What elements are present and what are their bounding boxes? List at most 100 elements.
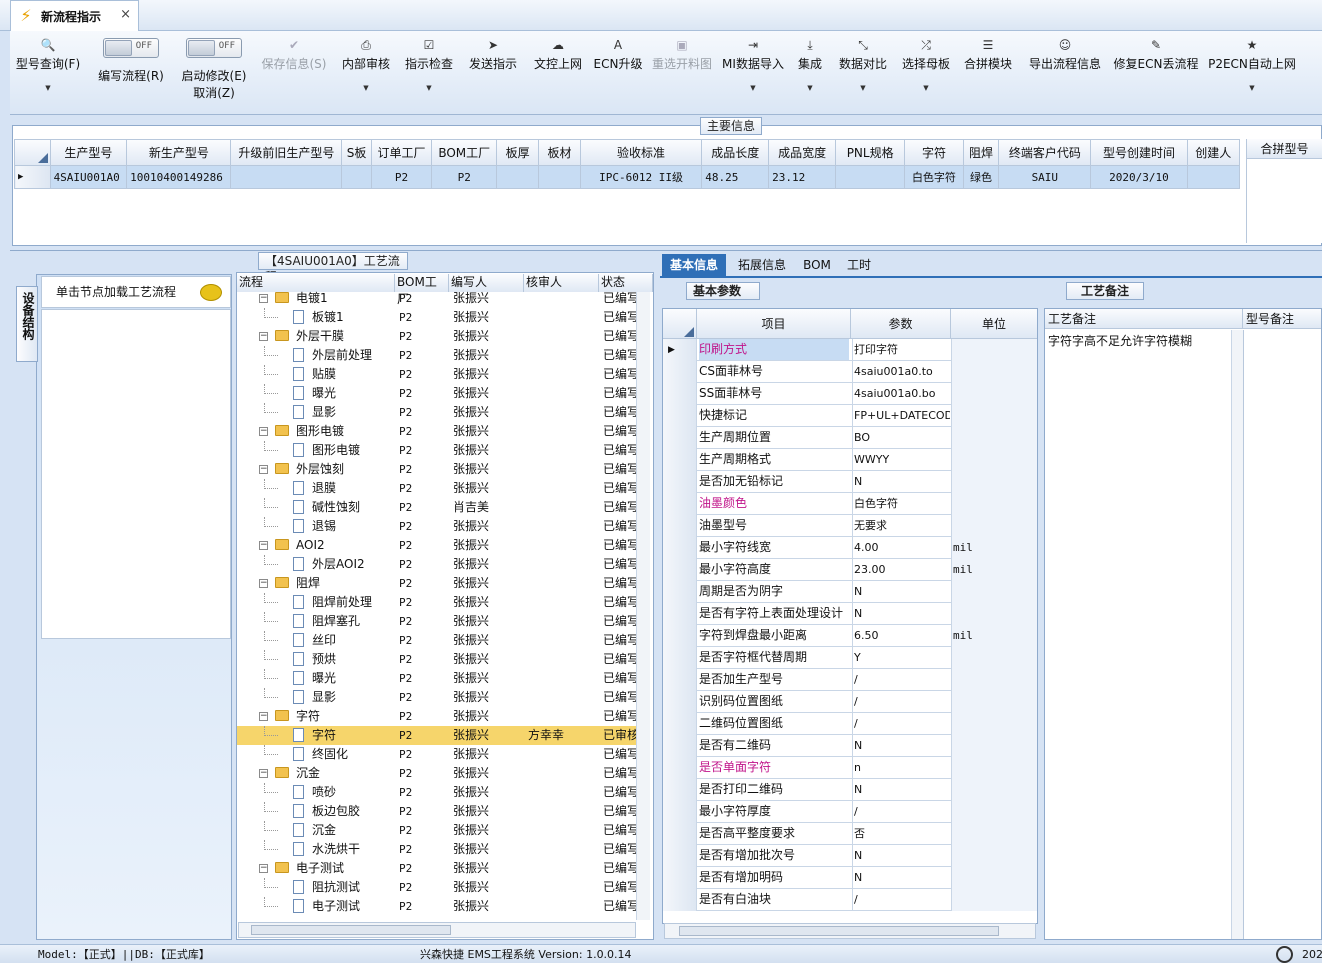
param-value[interactable]: 4saiu001a0.bo [852, 383, 950, 404]
param-row[interactable]: 最小字符线宽 4.00 mil [663, 537, 1037, 559]
device-list[interactable] [41, 309, 231, 639]
param-row[interactable]: 是否加生产型号 / [663, 669, 1037, 691]
tree-row[interactable]: − 阻焊 P2 张振兴 已编写 [237, 574, 647, 593]
main-col-header[interactable]: 成品宽度 [768, 139, 837, 166]
tree-row[interactable]: 字符 P2 张振兴 方幸幸 已审核 [237, 726, 647, 745]
tree-row[interactable]: 阻焊前处理 P2 张振兴 已编写 [237, 593, 647, 612]
tree-row[interactable]: 外层AOI2 P2 张振兴 已编写 [237, 555, 647, 574]
param-value[interactable]: N [852, 735, 950, 756]
param-value[interactable]: / [852, 691, 950, 712]
toolbar-button-4[interactable]: ⎙ 内部审核 ▼ [335, 31, 397, 115]
toolbar-button-0[interactable]: 🔍 型号查询(F) ▼ [10, 31, 86, 115]
main-cell[interactable] [1186, 165, 1241, 189]
param-value[interactable]: 4saiu001a0.to [852, 361, 950, 382]
collapse-icon[interactable]: − [259, 579, 268, 588]
tree-row[interactable]: 碱性蚀刻 P2 肖吉美 已编写 [237, 498, 647, 517]
tree-row[interactable]: 外层前处理 P2 张振兴 已编写 [237, 346, 647, 365]
tree-row[interactable]: 丝印 P2 张振兴 已编写 [237, 631, 647, 650]
main-cell[interactable]: P2 [431, 165, 498, 189]
param-value[interactable]: 23.00 [852, 559, 950, 580]
main-col-header[interactable]: PNL规格 [835, 139, 906, 166]
tree-row[interactable]: 水洗烘干 P2 张振兴 已编写 [237, 840, 647, 859]
param-value[interactable]: N [852, 779, 950, 800]
tree-row[interactable]: 预烘 P2 张振兴 已编写 [237, 650, 647, 669]
param-value[interactable]: N [852, 471, 950, 492]
main-cell[interactable]: 4SAIU001A0 [49, 165, 128, 189]
toolbar-button-16[interactable]: ✎ 修复ECN丢流程 [1110, 31, 1202, 115]
main-col-header[interactable]: 升级前旧生产型号 [230, 139, 343, 166]
main-cell[interactable] [496, 165, 540, 189]
chevron-down-icon[interactable]: ▼ [335, 84, 397, 92]
collapse-icon[interactable]: − [259, 769, 268, 778]
param-value[interactable]: n [852, 757, 950, 778]
param-value[interactable]: 无要求 [852, 515, 950, 536]
tree-row[interactable]: − 字符 P2 张振兴 已编写 [237, 707, 647, 726]
tree-row[interactable]: 显影 P2 张振兴 已编写 [237, 403, 647, 422]
main-col-header[interactable]: 阻焊 [962, 139, 1000, 166]
chevron-down-icon[interactable]: ▼ [896, 84, 956, 92]
tree-row[interactable]: 曝光 P2 张振兴 已编写 [237, 384, 647, 403]
param-row[interactable]: 是否有增加明码 N [663, 867, 1037, 889]
main-col-header[interactable]: 新生产型号 [126, 139, 232, 166]
tree-row[interactable]: 退膜 P2 张振兴 已编写 [237, 479, 647, 498]
toolbar-button-11[interactable]: ⤓ 集成 ▼ [790, 31, 830, 115]
toolbar-button-12[interactable]: ⤡ 数据对比 ▼ [832, 31, 894, 115]
param-value[interactable]: 打印字符 [852, 339, 950, 360]
main-col-header[interactable]: 字符 [904, 139, 964, 166]
param-row[interactable]: 生产周期格式 WWYY [663, 449, 1037, 471]
document-tab[interactable]: ⚡ 新流程指示 × [10, 0, 139, 31]
param-row[interactable]: 是否有字符上表面处理设计 N [663, 603, 1037, 625]
param-row[interactable]: SS面菲林号 4saiu001a0.bo [663, 383, 1037, 405]
main-col-header[interactable]: 创建人 [1186, 139, 1241, 166]
main-cell[interactable] [538, 165, 581, 189]
param-value[interactable]: / [852, 669, 950, 690]
param-value[interactable]: N [852, 603, 950, 624]
collapse-icon[interactable]: − [259, 712, 268, 721]
main-col-header[interactable]: 生产型号 [49, 139, 128, 166]
tree-row[interactable]: 退锡 P2 张振兴 已编写 [237, 517, 647, 536]
chevron-down-icon[interactable]: ▼ [398, 84, 460, 92]
tree-row[interactable]: 沉金 P2 张振兴 已编写 [237, 821, 647, 840]
param-value[interactable]: N [852, 845, 950, 866]
param-value[interactable]: / [852, 801, 950, 822]
params-horizontal-scrollbar[interactable] [664, 923, 1036, 939]
toolbar-button-9[interactable]: ▣ 重选开料图 [646, 31, 718, 115]
toolbar-button-1[interactable]: OFF 编写流程(R) [90, 31, 172, 115]
tree-row[interactable]: 电子测试 P2 张振兴 已编写 [237, 897, 647, 916]
main-cell[interactable] [835, 165, 906, 189]
param-value[interactable]: / [852, 713, 950, 734]
main-col-header[interactable]: 板材 [538, 139, 581, 166]
chevron-down-icon[interactable]: ▼ [10, 84, 86, 92]
chevron-down-icon[interactable]: ▼ [716, 84, 790, 92]
param-row[interactable]: 快捷标记 FP+UL+DATECODE [663, 405, 1037, 427]
tree-horizontal-scrollbar[interactable] [238, 922, 636, 938]
chevron-down-icon[interactable]: ▼ [1200, 84, 1304, 92]
main-cell[interactable]: SAIU [998, 165, 1092, 189]
chevron-down-icon[interactable]: ▼ [790, 84, 830, 92]
param-row[interactable]: 是否单面字符 n [663, 757, 1037, 779]
main-cell[interactable]: 白色字符 [904, 165, 964, 189]
tree-row[interactable]: − 外层蚀刻 P2 张振兴 已编写 [237, 460, 647, 479]
param-row[interactable]: 是否有二维码 N [663, 735, 1037, 757]
main-cell[interactable]: P2 [370, 165, 433, 189]
toolbar-button-15[interactable]: ☺ 导出流程信息 [1022, 31, 1108, 115]
tree-row[interactable]: 图形电镀 P2 张振兴 已编写 [237, 441, 647, 460]
toolbar-button-7[interactable]: ☁ 文控上网 [526, 31, 590, 115]
main-col-header[interactable]: 终端客户代码 [998, 139, 1092, 166]
param-value[interactable]: 否 [852, 823, 950, 844]
main-cell[interactable]: 2020/3/10 [1090, 165, 1188, 189]
main-cell[interactable] [230, 165, 343, 189]
param-row[interactable]: 是否有白油块 / [663, 889, 1037, 911]
param-row[interactable]: 是否字符框代替周期 Y [663, 647, 1037, 669]
tree-row[interactable]: 终固化 P2 张振兴 已编写 [237, 745, 647, 764]
vertical-tab-device-structure[interactable]: 设备结构 [16, 286, 38, 362]
chevron-down-icon[interactable]: ▼ [832, 84, 894, 92]
param-value[interactable]: WWYY [852, 449, 950, 470]
param-value[interactable]: Y [852, 647, 950, 668]
main-col-header[interactable]: BOM工厂 [431, 139, 498, 166]
close-tab-icon[interactable]: × [120, 7, 131, 22]
tree-row[interactable]: 曝光 P2 张振兴 已编写 [237, 669, 647, 688]
tree-row[interactable]: 板镀1 P2 张振兴 已编写 [237, 308, 647, 327]
main-cell[interactable]: 48.25 [701, 165, 770, 189]
toggle-switch[interactable]: OFF [186, 38, 242, 58]
